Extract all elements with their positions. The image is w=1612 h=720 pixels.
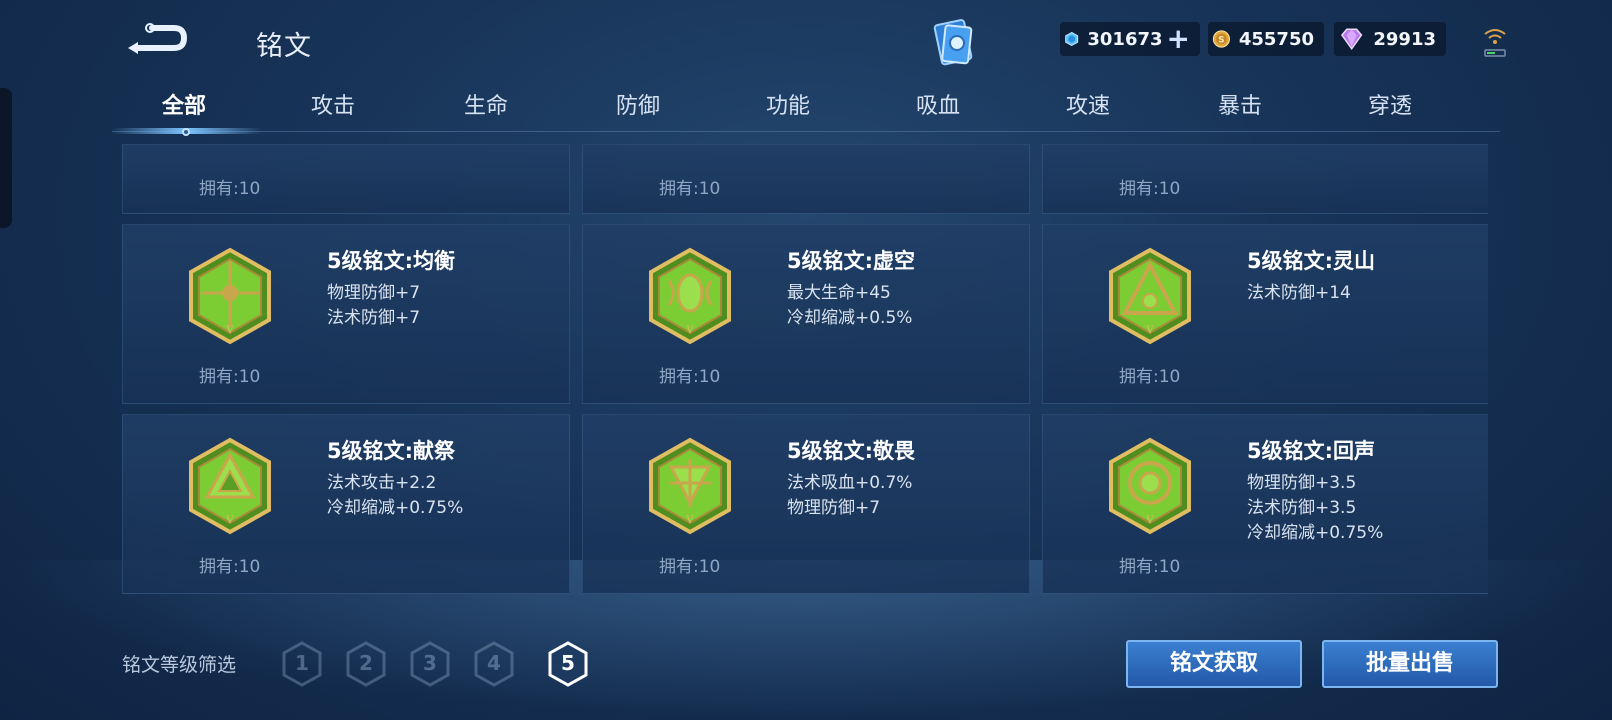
tab-penetration[interactable]: 穿透 <box>1320 88 1460 120</box>
top-bar: 铭文 301673 + S 455750 29913 <box>0 0 1612 84</box>
rune-book-icon[interactable] <box>930 16 978 68</box>
owned-count: 拥有:10 <box>1119 179 1181 199</box>
svg-text:V: V <box>1145 515 1154 526</box>
owned-count: 拥有:10 <box>199 179 261 199</box>
level-filter-3[interactable]: 3 <box>408 640 452 688</box>
rune-attribute: 法术防御+14 <box>1247 283 1351 303</box>
rune-name: 5级铭文:敬畏 <box>787 439 916 463</box>
gold-coin-icon: S <box>1212 30 1231 48</box>
tab-attack-speed[interactable]: 攻速 <box>1018 88 1158 120</box>
rune-card[interactable]: 拥有:10 <box>1042 144 1488 214</box>
rune-card[interactable]: 拥有:10 <box>582 144 1030 214</box>
owned-count: 拥有:10 <box>659 179 721 199</box>
svg-text:V: V <box>685 325 694 336</box>
left-edge-handle <box>0 88 12 228</box>
tabs-divider <box>112 131 1500 132</box>
rune-name: 5级铭文:献祭 <box>327 439 456 463</box>
rune-card-awe[interactable]: V 5级铭文:敬畏 法术吸血+0.7% 物理防御+7 拥有:10 <box>582 414 1030 594</box>
coupon-balance: 301673 + <box>1060 22 1200 56</box>
rune-name: 5级铭文:灵山 <box>1247 249 1376 273</box>
owned-count: 拥有:10 <box>199 557 261 577</box>
void-rune-icon: V <box>649 247 731 345</box>
rune-card-spirit-mountain[interactable]: V 5级铭文:灵山 法术防御+14 拥有:10 <box>1042 224 1488 404</box>
level-filter-1[interactable]: 1 <box>280 640 324 688</box>
balance-rune-icon: V <box>189 247 271 345</box>
owned-count: 拥有:10 <box>659 557 721 577</box>
rune-name: 5级铭文:回声 <box>1247 439 1376 463</box>
rune-attribute: 法术防御+7 <box>327 308 421 328</box>
back-arrow-icon <box>128 23 188 54</box>
category-tabs: 全部 攻击 生命 防御 功能 吸血 攻速 暴击 穿透 <box>112 84 1500 136</box>
awe-rune-icon: V <box>649 437 731 535</box>
owned-count: 拥有:10 <box>1119 557 1181 577</box>
rune-card[interactable]: 拥有:10 <box>122 144 570 214</box>
echo-rune-icon: V <box>1109 437 1191 535</box>
tab-defense[interactable]: 防御 <box>568 88 708 120</box>
rune-attribute: 物理防御+7 <box>327 283 421 303</box>
level-filter-number: 2 <box>359 651 373 675</box>
level-filter-label: 铭文等级筛选 <box>122 654 237 676</box>
gold-value: 455750 <box>1238 28 1314 50</box>
rune-card-sacrifice[interactable]: V 5级铭文:献祭 法术攻击+2.2 冷却缩减+0.75% 拥有:10 <box>122 414 570 594</box>
network-signal-icon <box>1480 22 1510 62</box>
rune-attribute: 物理防御+3.5 <box>1247 473 1357 493</box>
rune-attributes: 最大生命+45 冷却缩减+0.5% <box>787 281 912 331</box>
rune-name: 5级铭文:均衡 <box>327 249 456 273</box>
rune-attribute: 冷却缩减+0.75% <box>1247 523 1384 543</box>
rune-name: 5级铭文:虚空 <box>787 249 916 273</box>
rune-attributes: 法术攻击+2.2 冷却缩减+0.75% <box>327 471 463 521</box>
level-filter-number: 4 <box>487 651 501 675</box>
rune-attribute: 冷却缩减+0.5% <box>787 308 913 328</box>
rune-list[interactable]: 拥有:10 拥有:10 拥有:10 V 5级铭文:均衡 物理防御+7 法术防御+… <box>122 144 1488 596</box>
owned-count: 拥有:10 <box>659 367 721 387</box>
rune-card-void[interactable]: V 5级铭文:虚空 最大生命+45 冷却缩减+0.5% 拥有:10 <box>582 224 1030 404</box>
add-coupon-button[interactable]: + <box>1167 25 1190 53</box>
diamond-balance: 29913 <box>1334 22 1446 56</box>
rune-attribute: 冷却缩减+0.75% <box>327 498 464 518</box>
level-filter-number: 1 <box>295 651 309 675</box>
bulk-sell-button[interactable]: 批量出售 <box>1322 640 1498 688</box>
coupon-crystal-icon <box>1065 31 1079 47</box>
rune-attribute: 物理防御+7 <box>787 498 881 518</box>
svg-text:V: V <box>225 515 234 526</box>
sacrifice-rune-icon: V <box>189 437 271 535</box>
obtain-runes-button[interactable]: 铭文获取 <box>1126 640 1302 688</box>
tab-critical[interactable]: 暴击 <box>1170 88 1310 120</box>
tab-attack[interactable]: 攻击 <box>263 88 403 120</box>
tab-all[interactable]: 全部 <box>114 88 254 120</box>
active-tab-indicator-dot <box>182 128 190 136</box>
coupon-value: 301673 <box>1087 28 1163 50</box>
level-filter-2[interactable]: 2 <box>344 640 388 688</box>
diamond-gem-icon <box>1340 28 1363 51</box>
owned-count: 拥有:10 <box>199 367 261 387</box>
page-title: 铭文 <box>256 31 312 62</box>
rune-attribute: 法术吸血+0.7% <box>787 473 913 493</box>
level-filter-4[interactable]: 4 <box>472 640 516 688</box>
spirit-mountain-rune-icon: V <box>1109 247 1191 345</box>
svg-text:V: V <box>1145 325 1154 336</box>
rune-attribute: 法术防御+3.5 <box>1247 498 1357 518</box>
svg-text:V: V <box>685 515 694 526</box>
rune-attributes: 法术防御+14 <box>1247 281 1351 306</box>
level-filter-number: 5 <box>561 651 575 675</box>
level-filter-5[interactable]: 5 <box>546 640 590 688</box>
back-button[interactable] <box>122 18 192 58</box>
tab-lifesteal[interactable]: 吸血 <box>868 88 1008 120</box>
level-filter-number: 3 <box>423 651 437 675</box>
rune-attributes: 法术吸血+0.7% 物理防御+7 <box>787 471 912 521</box>
rune-attribute: 法术攻击+2.2 <box>327 473 437 493</box>
rune-attribute: 最大生命+45 <box>787 283 891 303</box>
tab-utility[interactable]: 功能 <box>718 88 858 120</box>
rune-card-balance[interactable]: V 5级铭文:均衡 物理防御+7 法术防御+7 拥有:10 <box>122 224 570 404</box>
diamond-value: 29913 <box>1373 28 1436 50</box>
owned-count: 拥有:10 <box>1119 367 1181 387</box>
rune-attributes: 物理防御+7 法术防御+7 <box>327 281 420 331</box>
svg-text:S: S <box>1218 35 1224 45</box>
tab-health[interactable]: 生命 <box>416 88 556 120</box>
svg-text:V: V <box>225 325 234 336</box>
gold-balance: S 455750 <box>1208 22 1324 56</box>
rune-card-echo[interactable]: V 5级铭文:回声 物理防御+3.5 法术防御+3.5 冷却缩减+0.75% 拥… <box>1042 414 1488 594</box>
rune-attributes: 物理防御+3.5 法术防御+3.5 冷却缩减+0.75% <box>1247 471 1383 546</box>
